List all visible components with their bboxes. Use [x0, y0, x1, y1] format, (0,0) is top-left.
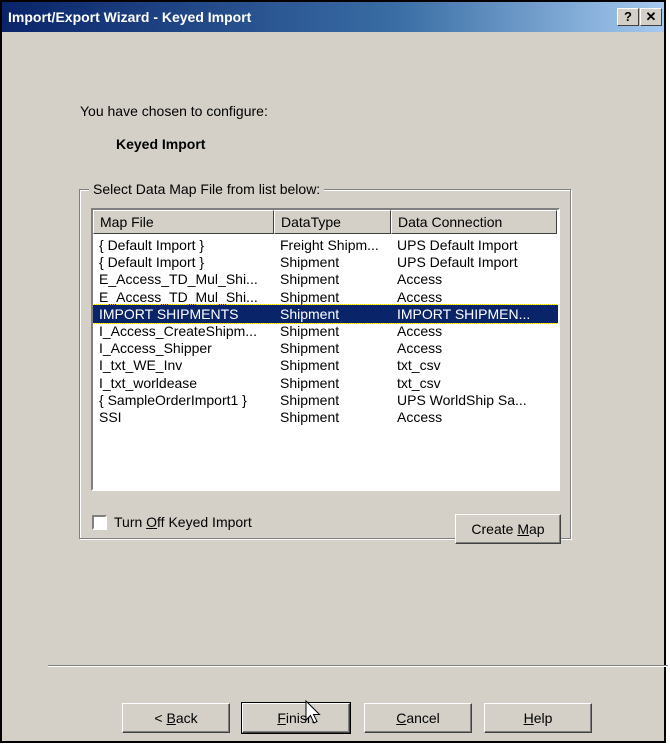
turn-off-keyed-import-label[interactable]: Turn Off Keyed Import [114, 514, 252, 530]
cell-data-type: Shipment [280, 357, 340, 374]
turn-off-label-suffix: ff Keyed Import [157, 514, 252, 530]
cell-data-type: Shipment [280, 340, 340, 357]
cell-map-file: SSI [99, 409, 122, 425]
cell-map-file: { Default Import } [99, 237, 205, 253]
close-button[interactable]: ✕ [640, 8, 662, 26]
column-header-map-file[interactable]: Map File [93, 210, 274, 234]
cell-data-type: Shipment [280, 254, 340, 271]
list-row[interactable]: E_Access_TD_Mul_Shi... Shipment Access [93, 288, 558, 306]
cell-data-type: Shipment [280, 374, 340, 391]
back-prefix: < [154, 710, 167, 726]
mouse-cursor-icon [305, 700, 321, 724]
cell-data-type: Shipment [280, 288, 340, 305]
back-button[interactable]: < Back [122, 703, 230, 733]
cell-data-connection: Access [397, 409, 443, 425]
group-legend: Select Data Map File from list below: [89, 181, 325, 197]
cell-data-connection: UPS WorldShip Sa... [397, 391, 527, 408]
cell-data-connection: Access [397, 271, 443, 288]
cell-map-file: I_txt_WE_Inv [99, 357, 183, 374]
cell-data-connection: txt_csv [397, 357, 441, 374]
cell-data-connection: UPS Default Import [397, 237, 518, 253]
help-mnemonic: H [523, 710, 534, 726]
turn-off-keyed-import-checkbox[interactable] [92, 515, 107, 530]
cell-data-type: Freight Shipm... [280, 237, 379, 253]
back-suffix: ack [175, 710, 198, 726]
help-button[interactable]: Help [484, 703, 592, 733]
cancel-button[interactable]: Cancel [364, 703, 472, 733]
turn-off-label-mnemonic: O [146, 514, 158, 530]
list-row[interactable]: I_Access_Shipper Shipment Access [93, 339, 558, 357]
cell-data-connection: Access [397, 288, 443, 305]
help-title-button[interactable]: ? [617, 8, 639, 26]
cell-map-file: { SampleOrderImport1 } [99, 391, 247, 408]
back-mnemonic: B [166, 710, 176, 726]
chosen-label: You have chosen to configure: [80, 103, 268, 119]
cell-data-type: Shipment [280, 409, 340, 425]
finish-button[interactable]: Finish [241, 702, 351, 734]
cell-data-connection: Access [397, 323, 443, 339]
cell-data-connection: IMPORT SHIPMEN... [397, 305, 531, 322]
cell-map-file: I_Access_CreateShipm... [99, 323, 257, 339]
column-header-data-connection[interactable]: Data Connection [391, 210, 557, 234]
cell-map-file: E_Access_TD_Mul_Shi... [99, 271, 258, 288]
cell-map-file: I_Access_Shipper [99, 340, 212, 357]
cell-data-type: Shipment [280, 323, 340, 339]
list-row[interactable]: { Default Import } Freight Shipm... UPS De… [93, 236, 558, 254]
cell-data-connection: txt_csv [397, 374, 441, 391]
cancel-mnemonic: C [396, 710, 407, 726]
turn-off-label-prefix: Turn [114, 514, 147, 530]
column-header-datatype[interactable]: DataType [274, 210, 391, 234]
cancel-suffix: ancel [406, 710, 440, 726]
create-map-button[interactable]: Create Map [455, 514, 561, 544]
list-row[interactable]: { Default Import } Shipment UPS Default Im… [93, 253, 558, 271]
list-row[interactable]: I_txt_WE_Inv Shipment txt_csv [93, 356, 558, 374]
list-row[interactable]: SSI Shipment Access [93, 408, 558, 426]
cell-data-connection: Access [397, 340, 443, 357]
cell-data-type: Shipment [280, 271, 340, 288]
list-row[interactable]: I_Access_CreateShipm... Shipment Access [93, 322, 558, 340]
cell-data-type: Shipment [280, 305, 340, 322]
cell-map-file: IMPORT SHIPMENTS [99, 305, 239, 322]
config-name: Keyed Import [116, 136, 206, 152]
list-row[interactable]: E_Access_TD_Mul_Shi... Shipment Access [93, 270, 558, 288]
create-map-mnemonic: M [517, 521, 529, 537]
help-suffix: elp [533, 710, 553, 726]
cell-data-type: Shipment [280, 391, 340, 408]
list-row[interactable]: { SampleOrderImport1 } Shipment UPS WorldS… [93, 391, 558, 409]
cell-map-file: { Default Import } [99, 254, 205, 271]
create-map-prefix: Create [471, 521, 518, 537]
cell-data-connection: UPS Default Import [397, 254, 518, 271]
map-file-list[interactable]: Map File DataType Data Connection { Defa… [91, 208, 560, 491]
create-map-suffix: ap [529, 521, 545, 537]
title-bar: Import/Export Wizard - Keyed Import ? ✕ [2, 2, 664, 32]
window-title: Import/Export Wizard - Keyed Import [8, 9, 252, 25]
footer-separator-highlight [48, 666, 668, 667]
list-row[interactable]: I_txt_worldease Shipment txt_csv [93, 374, 558, 392]
close-icon: ✕ [645, 9, 657, 24]
list-row[interactable]: IMPORT SHIPMENTS Shipment IMPORT SHIPMEN..… [93, 303, 558, 324]
cell-map-file: I_txt_worldease [99, 374, 198, 391]
cell-map-file: E_Access_TD_Mul_Shi... [99, 288, 258, 305]
finish-mnemonic: F [277, 710, 286, 726]
